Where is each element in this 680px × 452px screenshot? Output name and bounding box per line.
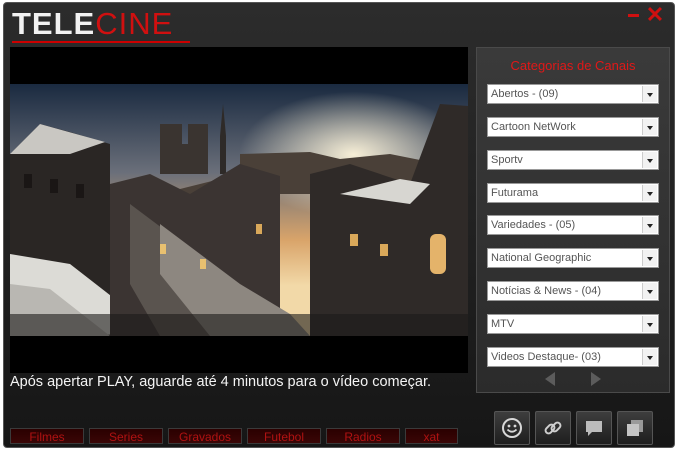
dropdown-arrow-icon [642,316,657,332]
select-value: Cartoon NetWork [491,121,576,133]
smiley-icon [502,418,522,438]
select-mtv[interactable]: MTV [487,314,659,334]
bottom-tabs: Filmes Series Gravados Futebol Radios xa… [10,428,458,444]
app-window: TELECINE ✕ Após apertar PLAY, aguarde at… [3,2,675,448]
select-videos-destaque[interactable]: Videos Destaque- (03) [487,347,659,367]
smiley-button[interactable] [494,411,530,445]
tab-series[interactable]: Series [89,428,163,444]
select-abertos[interactable]: Abertos - (09) [487,84,659,104]
select-variedades[interactable]: Variedades - (05) [487,215,659,235]
select-sportv[interactable]: Sportv [487,150,659,170]
select-cartoon-network[interactable]: Cartoon NetWork [487,117,659,137]
logo-tele: TELE [12,6,96,41]
tab-futebol[interactable]: Futebol [247,428,321,444]
close-button[interactable]: ✕ [644,2,666,27]
dropdown-arrow-icon [642,119,657,135]
dropdown-arrow-icon [642,86,657,102]
tab-xat[interactable]: xat [405,428,458,444]
windows-button[interactable] [617,411,653,445]
logo-cine: CINE [95,6,174,41]
chat-button[interactable] [576,411,612,445]
select-national-geographic[interactable]: National Geographic [487,248,659,268]
select-value: Futurama [491,187,539,199]
tab-radios[interactable]: Radios [326,428,400,444]
select-value: Sportv [491,154,523,166]
windows-icon [627,420,643,436]
dropdown-arrow-icon [642,217,657,233]
video-scene-image [10,84,468,336]
dropdown-arrow-icon [642,185,657,201]
tab-gravados[interactable]: Gravados [168,428,242,444]
select-value: Notícias & News - (04) [491,285,602,297]
link-icon [544,421,562,435]
select-futurama[interactable]: Futurama [487,183,659,203]
select-value: Variedades - (05) [491,219,576,231]
dropdown-arrow-icon [642,349,657,365]
select-value: Videos Destaque- (03) [491,351,601,363]
chat-icon [586,421,602,436]
select-noticias[interactable]: Notícias & News - (04) [487,281,659,301]
dropdown-arrow-icon [642,152,657,168]
video-frame [10,84,468,336]
select-value: National Geographic [491,252,592,264]
panel-title: Categorias de Canais [510,58,636,73]
close-icon: ✕ [645,2,665,27]
logo-underline [12,41,190,43]
tab-filmes[interactable]: Filmes [10,428,84,444]
next-arrow-icon[interactable] [591,372,601,386]
player-message: Após apertar PLAY, aguarde até 4 minutos… [10,374,432,390]
dropdown-arrow-icon [642,250,657,266]
prev-arrow-icon[interactable] [545,372,555,386]
dropdown-arrow-icon [642,283,657,299]
app-logo: TELECINE [12,7,173,41]
video-player[interactable] [10,47,468,373]
select-value: Abertos - (09) [491,88,559,100]
select-value: MTV [491,318,515,330]
minimize-icon [627,13,639,17]
minimize-button[interactable] [622,5,644,25]
channel-categories-panel: Categorias de Canais Abertos - (09) Cart… [476,47,670,393]
link-button[interactable] [535,411,571,445]
